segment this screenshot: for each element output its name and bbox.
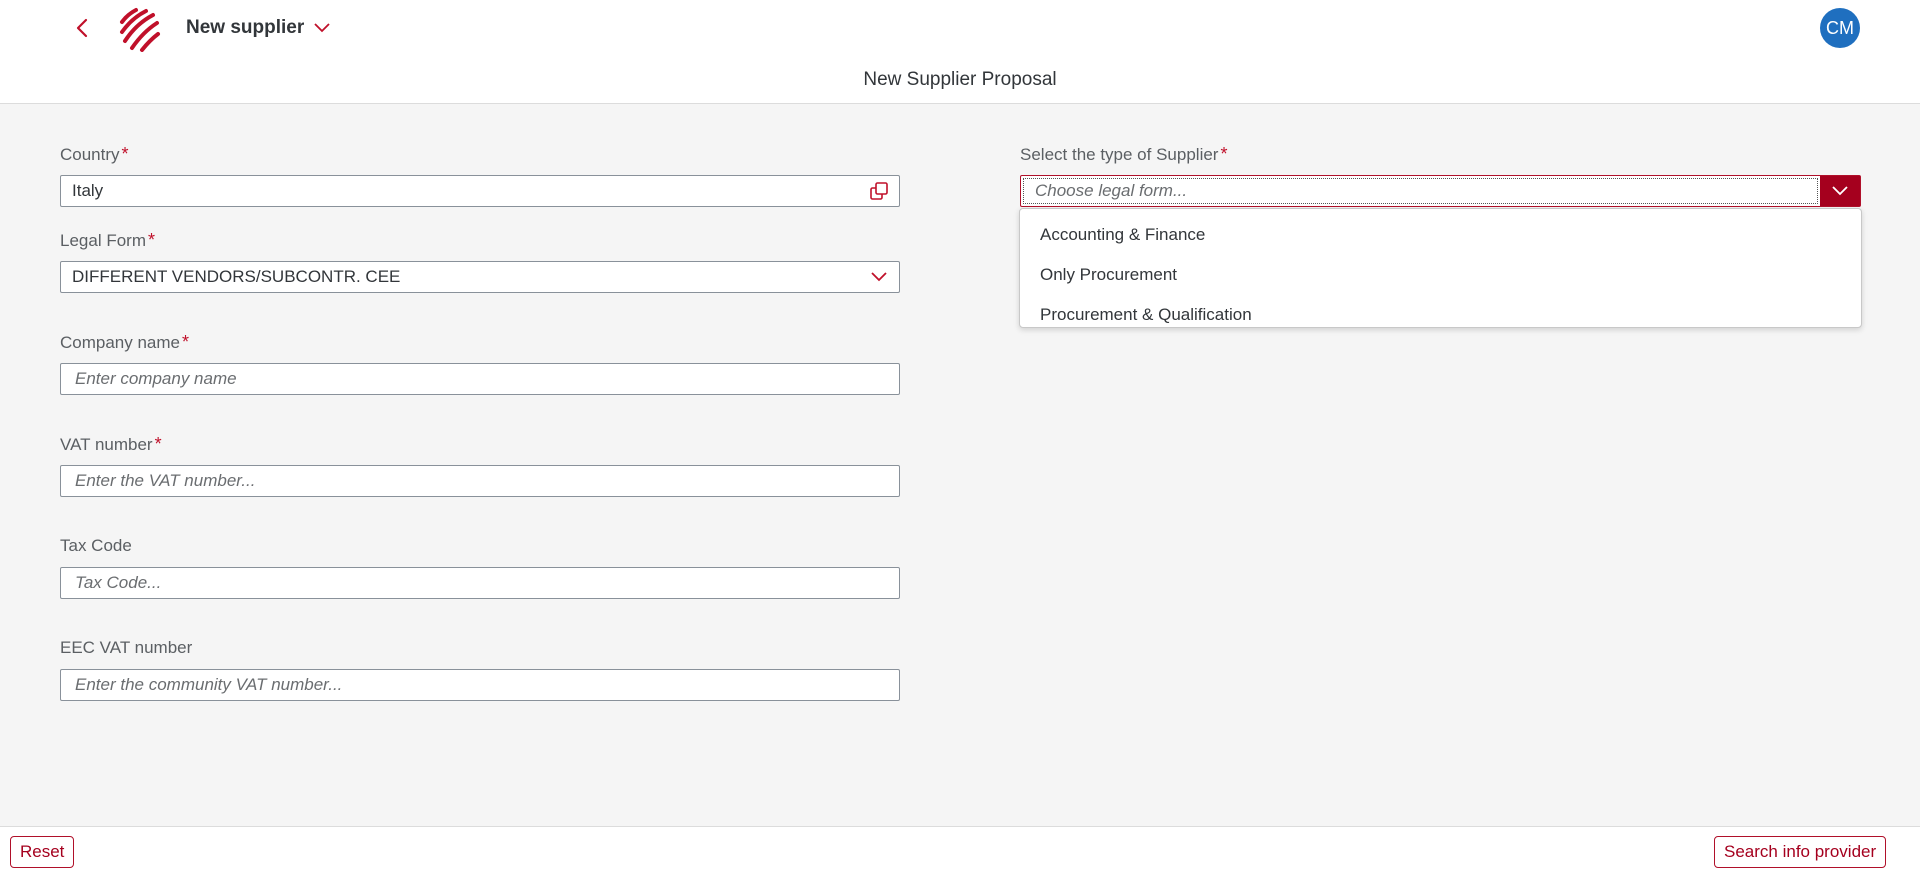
vat-number-label-text: VAT number (60, 434, 153, 454)
company-name-placeholder: Enter company name (75, 369, 237, 388)
eec-vat-placeholder: Enter the community VAT number... (75, 675, 343, 694)
value-help-icon (870, 182, 888, 200)
required-marker: * (182, 332, 190, 352)
supplier-type-label-text: Select the type of Supplier (1020, 144, 1219, 164)
supplier-type-label: Select the type of Supplier * (1020, 144, 1227, 165)
dropdown-option[interactable]: Only Procurement (1020, 255, 1861, 295)
page-title-bar: New Supplier Proposal (0, 56, 1920, 104)
supplier-type-select[interactable]: Choose legal form... (1020, 175, 1861, 207)
eec-vat-label: EEC VAT number (60, 638, 192, 658)
shell-bar: New supplier CM (0, 0, 1920, 56)
chevron-down-icon (871, 272, 887, 282)
search-info-provider-button[interactable]: Search info provider (1714, 836, 1887, 868)
value-help-button[interactable] (859, 176, 899, 206)
country-field[interactable]: Italy (60, 175, 900, 207)
eec-vat-label-text: EEC VAT number (60, 638, 193, 657)
country-label: Country * (60, 144, 129, 165)
company-name-label-text: Company name (60, 332, 181, 352)
legal-form-dropdown-button[interactable] (859, 262, 899, 292)
country-value: Italy (72, 181, 104, 200)
required-marker: * (121, 144, 129, 164)
supplier-type-placeholder[interactable]: Choose legal form... (1021, 176, 1820, 206)
tax-code-label: Tax Code (60, 536, 132, 556)
legal-form-label-text: Legal Form (60, 230, 146, 250)
supplier-type-dropdown-list: Accounting & Finance Only Procurement Pr… (1019, 208, 1862, 328)
user-avatar[interactable]: CM (1820, 8, 1860, 48)
eec-vat-input[interactable]: Enter the community VAT number... (60, 669, 900, 701)
app-title-menu[interactable]: New supplier (186, 14, 330, 42)
supplier-type-dropdown-button[interactable] (1820, 176, 1860, 206)
reset-button[interactable]: Reset (10, 836, 75, 868)
chevron-down-icon (1832, 186, 1848, 196)
legal-form-label: Legal Form * (60, 230, 155, 251)
tax-code-label-text: Tax Code (60, 536, 132, 555)
required-marker: * (154, 434, 162, 454)
back-icon (76, 18, 88, 38)
required-marker: * (1220, 144, 1228, 164)
vat-number-placeholder: Enter the VAT number... (75, 471, 256, 490)
legal-form-select[interactable]: DIFFERENT VENDORS/SUBCONTR. CEE (60, 261, 900, 293)
vat-number-label: VAT number * (60, 434, 162, 455)
country-label-text: Country (60, 144, 120, 164)
tax-code-placeholder: Tax Code... (75, 573, 162, 592)
dropdown-option[interactable]: Procurement & Qualification (1020, 295, 1861, 335)
chevron-down-icon (314, 23, 330, 33)
app-title: New supplier (186, 17, 305, 38)
back-button[interactable] (70, 14, 94, 42)
page-title: New Supplier Proposal (863, 68, 1057, 90)
footer-toolbar: Reset Search info provider (0, 826, 1920, 875)
required-marker: * (147, 230, 155, 250)
brand-logo (120, 8, 160, 52)
vat-number-input[interactable]: Enter the VAT number... (60, 465, 900, 497)
company-name-label: Company name * (60, 332, 189, 353)
company-name-input[interactable]: Enter company name (60, 363, 900, 395)
legal-form-value: DIFFERENT VENDORS/SUBCONTR. CEE (72, 267, 401, 286)
dropdown-option[interactable]: Accounting & Finance (1020, 215, 1861, 255)
tax-code-input[interactable]: Tax Code... (60, 567, 900, 599)
